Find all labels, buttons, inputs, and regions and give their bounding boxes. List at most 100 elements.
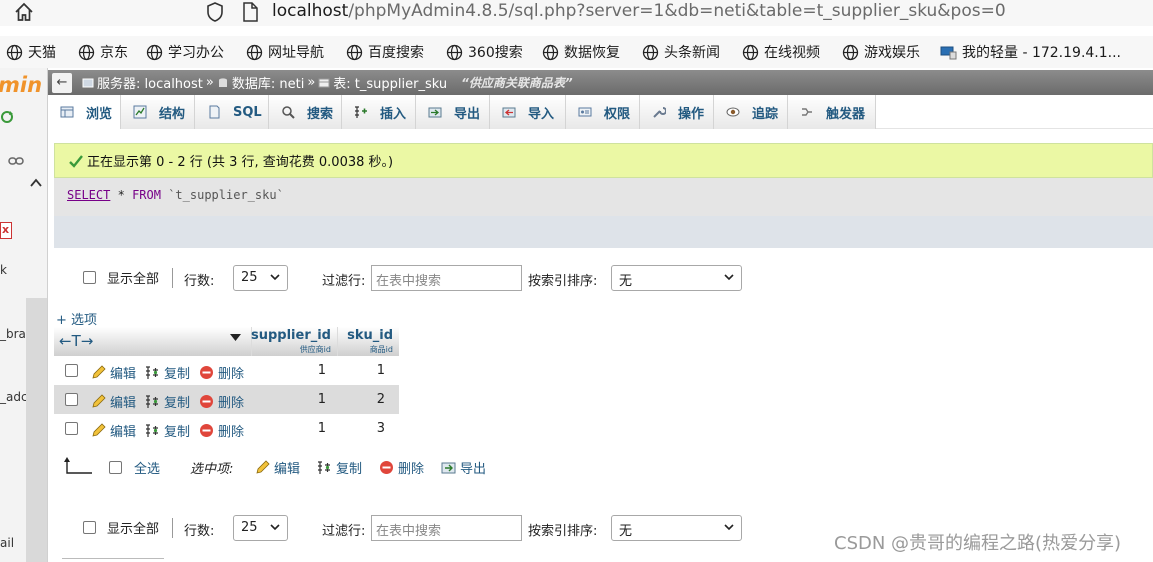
- delete-button[interactable]: 删除: [199, 421, 244, 440]
- cell-supplier-id[interactable]: 1: [251, 421, 326, 436]
- tab-sql[interactable]: SQL: [195, 95, 269, 129]
- bookmark-item[interactable]: 学习办公: [146, 41, 224, 63]
- filter-rows-input[interactable]: 在表中搜索: [371, 515, 522, 541]
- cell-sku-id[interactable]: 2: [337, 392, 385, 407]
- collapse-up-icon[interactable]: [29, 176, 43, 190]
- triggers-icon: [802, 108, 812, 116]
- rows-select[interactable]: 25: [233, 265, 288, 291]
- tab-triggers[interactable]: 触发器: [788, 95, 876, 129]
- sort-select[interactable]: 无: [611, 515, 742, 541]
- bulk-delete-button[interactable]: 删除: [379, 458, 424, 477]
- show-all-checkbox[interactable]: [83, 271, 96, 284]
- breadcrumb-server[interactable]: 服务器: localhost: [97, 73, 203, 92]
- globe-icon: [642, 44, 659, 60]
- tab-label: 浏览: [86, 106, 113, 122]
- top-navigation: 显示全部 行数: 25 过滤行: 在表中搜索 按索引排序: 无: [54, 265, 754, 291]
- bookmark-item[interactable]: 360搜索: [446, 41, 523, 63]
- column-header-supplier-id[interactable]: supplier_id 供应商id: [251, 327, 337, 356]
- delete-button[interactable]: 删除: [199, 363, 244, 382]
- tab-search[interactable]: 搜索: [269, 95, 342, 129]
- breadcrumb-table[interactable]: 表: t_supplier_sku: [333, 73, 447, 92]
- row-checkbox[interactable]: [65, 422, 78, 435]
- wrench-icon: [653, 107, 666, 118]
- bookmark-label: 我的轻量 - 172.19.4.1...: [962, 45, 1122, 61]
- column-resize-arrows-icon[interactable]: ←T→: [59, 332, 93, 350]
- filter-rows-input[interactable]: 在表中搜索: [371, 265, 522, 291]
- edit-button[interactable]: 编辑: [91, 421, 136, 440]
- cell-supplier-id[interactable]: 1: [251, 392, 326, 407]
- tab-structure[interactable]: 结构: [121, 95, 195, 129]
- bookmark-item[interactable]: 百度搜索: [346, 41, 424, 63]
- cell-sku-id[interactable]: 3: [337, 421, 385, 436]
- lnfrag-0[interactable]: x: [0, 222, 12, 239]
- delete-icon: [200, 395, 213, 408]
- tab-insert[interactable]: 插入: [342, 95, 416, 129]
- sql-star: *: [117, 188, 125, 202]
- bookmark-item[interactable]: 头条新闻: [642, 41, 720, 63]
- row-checkbox[interactable]: [65, 364, 78, 377]
- bookmark-item[interactable]: 数据恢复: [542, 41, 620, 63]
- edit-label: 编辑: [110, 425, 137, 440]
- tab-import[interactable]: 导入: [490, 95, 566, 129]
- tab-eye[interactable]: 追踪: [714, 95, 788, 129]
- table-row: 编辑 复制 删除 1 3: [54, 414, 399, 443]
- check-all-checkbox[interactable]: [109, 461, 122, 474]
- bookmark-item[interactable]: 网址导航: [246, 41, 324, 63]
- bulk-copy-button[interactable]: 复制: [317, 458, 362, 477]
- edit-button[interactable]: 编辑: [91, 392, 136, 411]
- nav-scrollbar[interactable]: [26, 298, 47, 562]
- bookmark-item[interactable]: 游戏娱乐: [842, 41, 920, 63]
- sort-triangle-icon[interactable]: [230, 334, 241, 342]
- globe-icon: [346, 44, 363, 60]
- url-host: localhost: [272, 1, 349, 21]
- sql-query-box[interactable]: SELECT * FROM `t_supplier_sku`: [54, 178, 1153, 216]
- options-link[interactable]: + 选项: [56, 309, 97, 328]
- phpmyadmin-logo[interactable]: min: [0, 73, 42, 97]
- cell-supplier-id[interactable]: 1: [251, 363, 326, 378]
- copy-icon: [318, 461, 330, 474]
- lnfrag-4[interactable]: ail: [0, 536, 14, 550]
- tab-label: 结构: [159, 106, 186, 122]
- sql-select[interactable]: SELECT: [67, 188, 110, 202]
- tab-wrench[interactable]: 操作: [640, 95, 714, 129]
- copy-button[interactable]: 复制: [145, 421, 190, 440]
- bookmark-label: 游戏娱乐: [864, 45, 920, 61]
- link-icon[interactable]: [8, 156, 24, 166]
- column-name[interactable]: sku_id: [347, 328, 393, 343]
- tab-export[interactable]: 导出: [416, 95, 490, 129]
- collapse-arrow-icon[interactable]: ←: [52, 72, 72, 93]
- sql-icon: [209, 105, 220, 119]
- home-icon[interactable]: [13, 1, 35, 23]
- column-name[interactable]: supplier_id: [251, 328, 331, 343]
- bulk-export-button[interactable]: 导出: [441, 458, 486, 477]
- check-all-label[interactable]: 全选: [134, 458, 160, 477]
- shield-icon[interactable]: [205, 1, 225, 23]
- row-checkbox[interactable]: [65, 393, 78, 406]
- tab-privileges[interactable]: 权限: [566, 95, 640, 129]
- copy-label: 复制: [164, 425, 191, 440]
- lnfrag-1[interactable]: k: [0, 263, 7, 277]
- bookmark-item[interactable]: 京东: [78, 41, 128, 63]
- show-all-checkbox[interactable]: [83, 521, 96, 534]
- table-tabs: 浏览 结构 SQL 搜索 插入 导出 导入 权限 操作 追踪 触发器: [48, 95, 1153, 129]
- select-all-arrow-icon: [64, 457, 92, 474]
- bookmark-item[interactable]: 天猫: [6, 41, 56, 63]
- bulk-edit-button[interactable]: 编辑: [255, 458, 300, 477]
- copy-button[interactable]: 复制: [145, 392, 190, 411]
- page-info-icon[interactable]: [241, 1, 259, 23]
- reload-icon[interactable]: [0, 110, 14, 124]
- rows-select[interactable]: 25: [233, 515, 288, 541]
- column-header-sku-id[interactable]: sku_id 商品id: [337, 327, 399, 356]
- url-field[interactable]: localhost/phpMyAdmin4.8.5/sql.php?server…: [272, 0, 1006, 22]
- sort-select[interactable]: 无: [611, 265, 742, 291]
- bookmark-label: 网址导航: [268, 45, 324, 61]
- lnfrag-3[interactable]: _adc: [0, 390, 28, 404]
- breadcrumb-database[interactable]: 数据库: neti: [232, 73, 304, 92]
- copy-button[interactable]: 复制: [145, 363, 190, 382]
- delete-button[interactable]: 删除: [199, 392, 244, 411]
- edit-button[interactable]: 编辑: [91, 363, 136, 382]
- bookmark-item[interactable]: 在线视频: [742, 41, 820, 63]
- cell-sku-id[interactable]: 1: [337, 363, 385, 378]
- tab-browse[interactable]: 浏览: [48, 95, 121, 129]
- bookmark-item[interactable]: 我的轻量 - 172.19.4.1...: [940, 41, 1121, 63]
